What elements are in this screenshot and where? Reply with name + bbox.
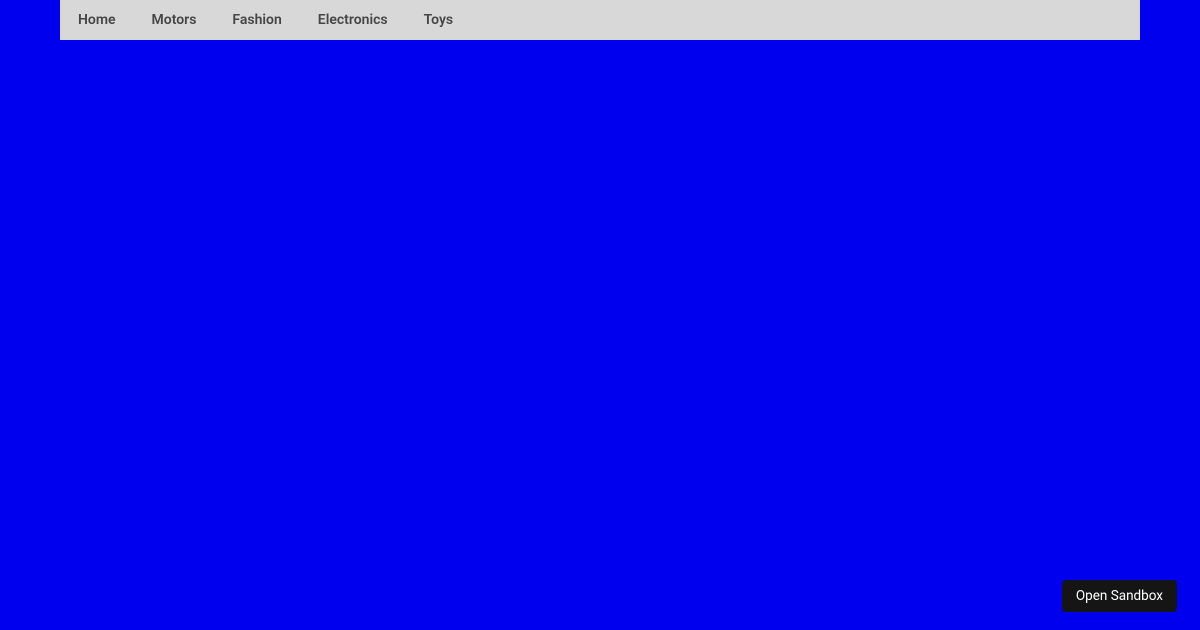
navbar: Home Motors Fashion Electronics Toys bbox=[60, 0, 1140, 40]
nav-item-home[interactable]: Home bbox=[78, 12, 116, 28]
nav-item-fashion[interactable]: Fashion bbox=[232, 12, 281, 28]
nav-item-electronics[interactable]: Electronics bbox=[318, 12, 388, 28]
open-sandbox-button[interactable]: Open Sandbox bbox=[1062, 580, 1177, 612]
nav-item-toys[interactable]: Toys bbox=[424, 12, 454, 28]
nav-item-motors[interactable]: Motors bbox=[152, 12, 197, 28]
